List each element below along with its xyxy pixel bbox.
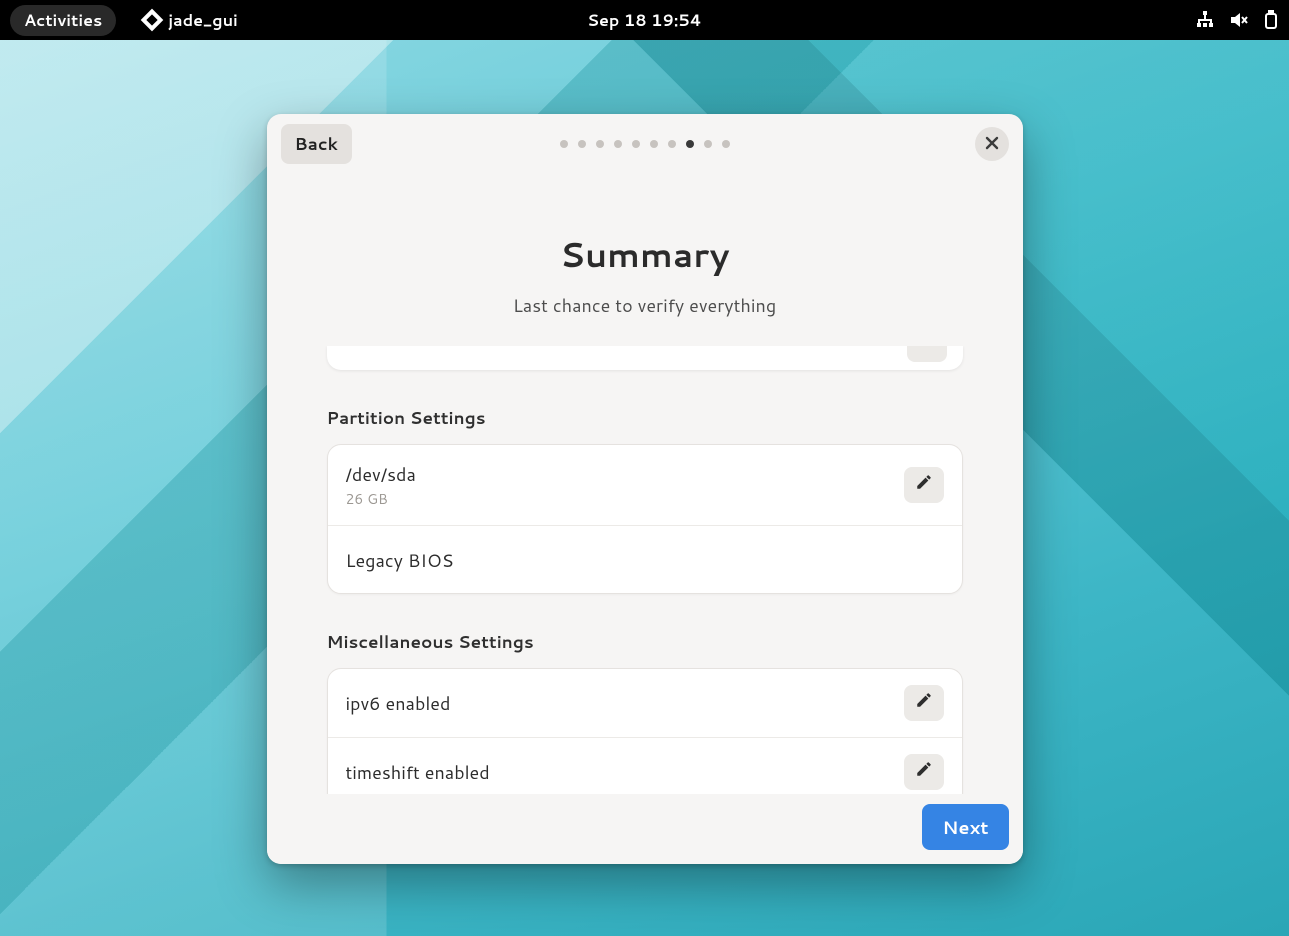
misc-timeshift-row: timeshift enabled bbox=[328, 737, 962, 794]
pager-dot[interactable] bbox=[704, 140, 712, 148]
edit-partition-button[interactable] bbox=[904, 467, 944, 503]
clock-text: Sep 18 19:54 bbox=[587, 9, 702, 32]
network-icon bbox=[1195, 10, 1215, 30]
pencil-icon bbox=[915, 760, 933, 784]
system-tray[interactable] bbox=[1195, 10, 1279, 30]
app-menu[interactable]: jade_gui bbox=[144, 9, 238, 32]
partition-group: /dev/sda 26 GB Legacy BIOS bbox=[327, 444, 963, 594]
partition-device-row: /dev/sda 26 GB bbox=[328, 445, 962, 525]
page-subtitle: Last chance to verify everything bbox=[267, 292, 1023, 318]
installer-dialog: Back Summary Last chance to verify every… bbox=[267, 114, 1023, 864]
pager-dot[interactable] bbox=[650, 140, 658, 148]
pager-dot[interactable] bbox=[668, 140, 676, 148]
page-title: Summary bbox=[267, 230, 1023, 278]
pencil-icon bbox=[915, 691, 933, 715]
app-icon bbox=[141, 9, 164, 32]
pager-dot[interactable] bbox=[578, 140, 586, 148]
back-button[interactable]: Back bbox=[281, 124, 352, 164]
partition-section-label: Partition Settings bbox=[327, 406, 963, 430]
misc-ipv6: ipv6 enabled bbox=[346, 690, 451, 716]
partition-size: 26 GB bbox=[346, 489, 416, 509]
misc-ipv6-row: ipv6 enabled bbox=[328, 669, 962, 737]
pencil-icon bbox=[915, 473, 933, 497]
panel-clock[interactable]: Sep 18 19:54 bbox=[587, 9, 702, 32]
step-pager bbox=[560, 140, 730, 148]
edit-ipv6-button[interactable] bbox=[904, 685, 944, 721]
pager-dot[interactable] bbox=[632, 140, 640, 148]
pager-dot[interactable] bbox=[722, 140, 730, 148]
partition-bootmode-row: Legacy BIOS bbox=[328, 525, 962, 593]
next-button-label: Next bbox=[942, 814, 988, 840]
dialog-header: Back bbox=[267, 114, 1023, 174]
volume-muted-icon bbox=[1229, 10, 1249, 30]
pager-dot[interactable] bbox=[596, 140, 604, 148]
partition-device: /dev/sda bbox=[346, 461, 416, 487]
gnome-top-panel: Activities jade_gui Sep 18 19:54 bbox=[0, 0, 1289, 40]
summary-scroll-area[interactable]: Partition Settings /dev/sda 26 GB Le bbox=[267, 346, 1023, 794]
edit-timeshift-button[interactable] bbox=[904, 754, 944, 790]
close-icon bbox=[985, 133, 999, 156]
dialog-title-block: Summary Last chance to verify everything bbox=[267, 230, 1023, 318]
close-button[interactable] bbox=[975, 127, 1009, 161]
activities-button[interactable]: Activities bbox=[10, 5, 116, 36]
app-name-label: jade_gui bbox=[168, 9, 238, 32]
misc-group: ipv6 enabled timeshift enabled bbox=[327, 668, 963, 794]
battery-icon bbox=[1263, 10, 1279, 30]
activities-label: Activities bbox=[24, 9, 102, 32]
pager-dot[interactable] bbox=[686, 140, 694, 148]
pager-dot[interactable] bbox=[614, 140, 622, 148]
previous-group-peek bbox=[327, 346, 963, 370]
next-button[interactable]: Next bbox=[922, 804, 1008, 850]
pager-dot[interactable] bbox=[560, 140, 568, 148]
dialog-footer: Next bbox=[267, 794, 1023, 864]
partition-bootmode: Legacy BIOS bbox=[346, 547, 454, 573]
misc-timeshift: timeshift enabled bbox=[346, 759, 490, 785]
back-button-label: Back bbox=[295, 132, 338, 156]
desktop-background: Back Summary Last chance to verify every… bbox=[0, 40, 1289, 936]
misc-section-label: Miscellaneous Settings bbox=[327, 630, 963, 654]
